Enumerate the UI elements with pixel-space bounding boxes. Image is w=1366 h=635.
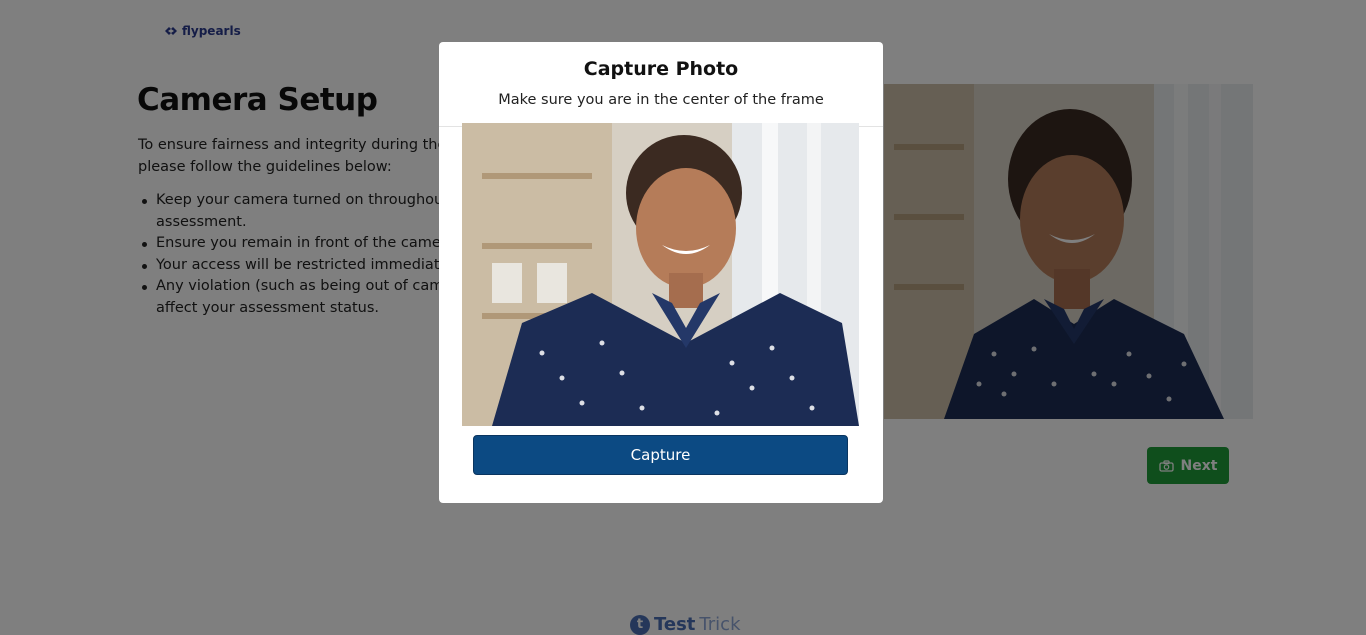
webcam-capture-image bbox=[462, 123, 859, 426]
capture-button[interactable]: Capture bbox=[473, 435, 848, 475]
capture-preview bbox=[462, 123, 859, 426]
modal-title: Capture Photo bbox=[583, 58, 739, 80]
capture-photo-modal: Capture Photo Make sure you are in the c… bbox=[439, 42, 883, 503]
modal-subtitle: Make sure you are in the center of the f… bbox=[498, 92, 824, 108]
